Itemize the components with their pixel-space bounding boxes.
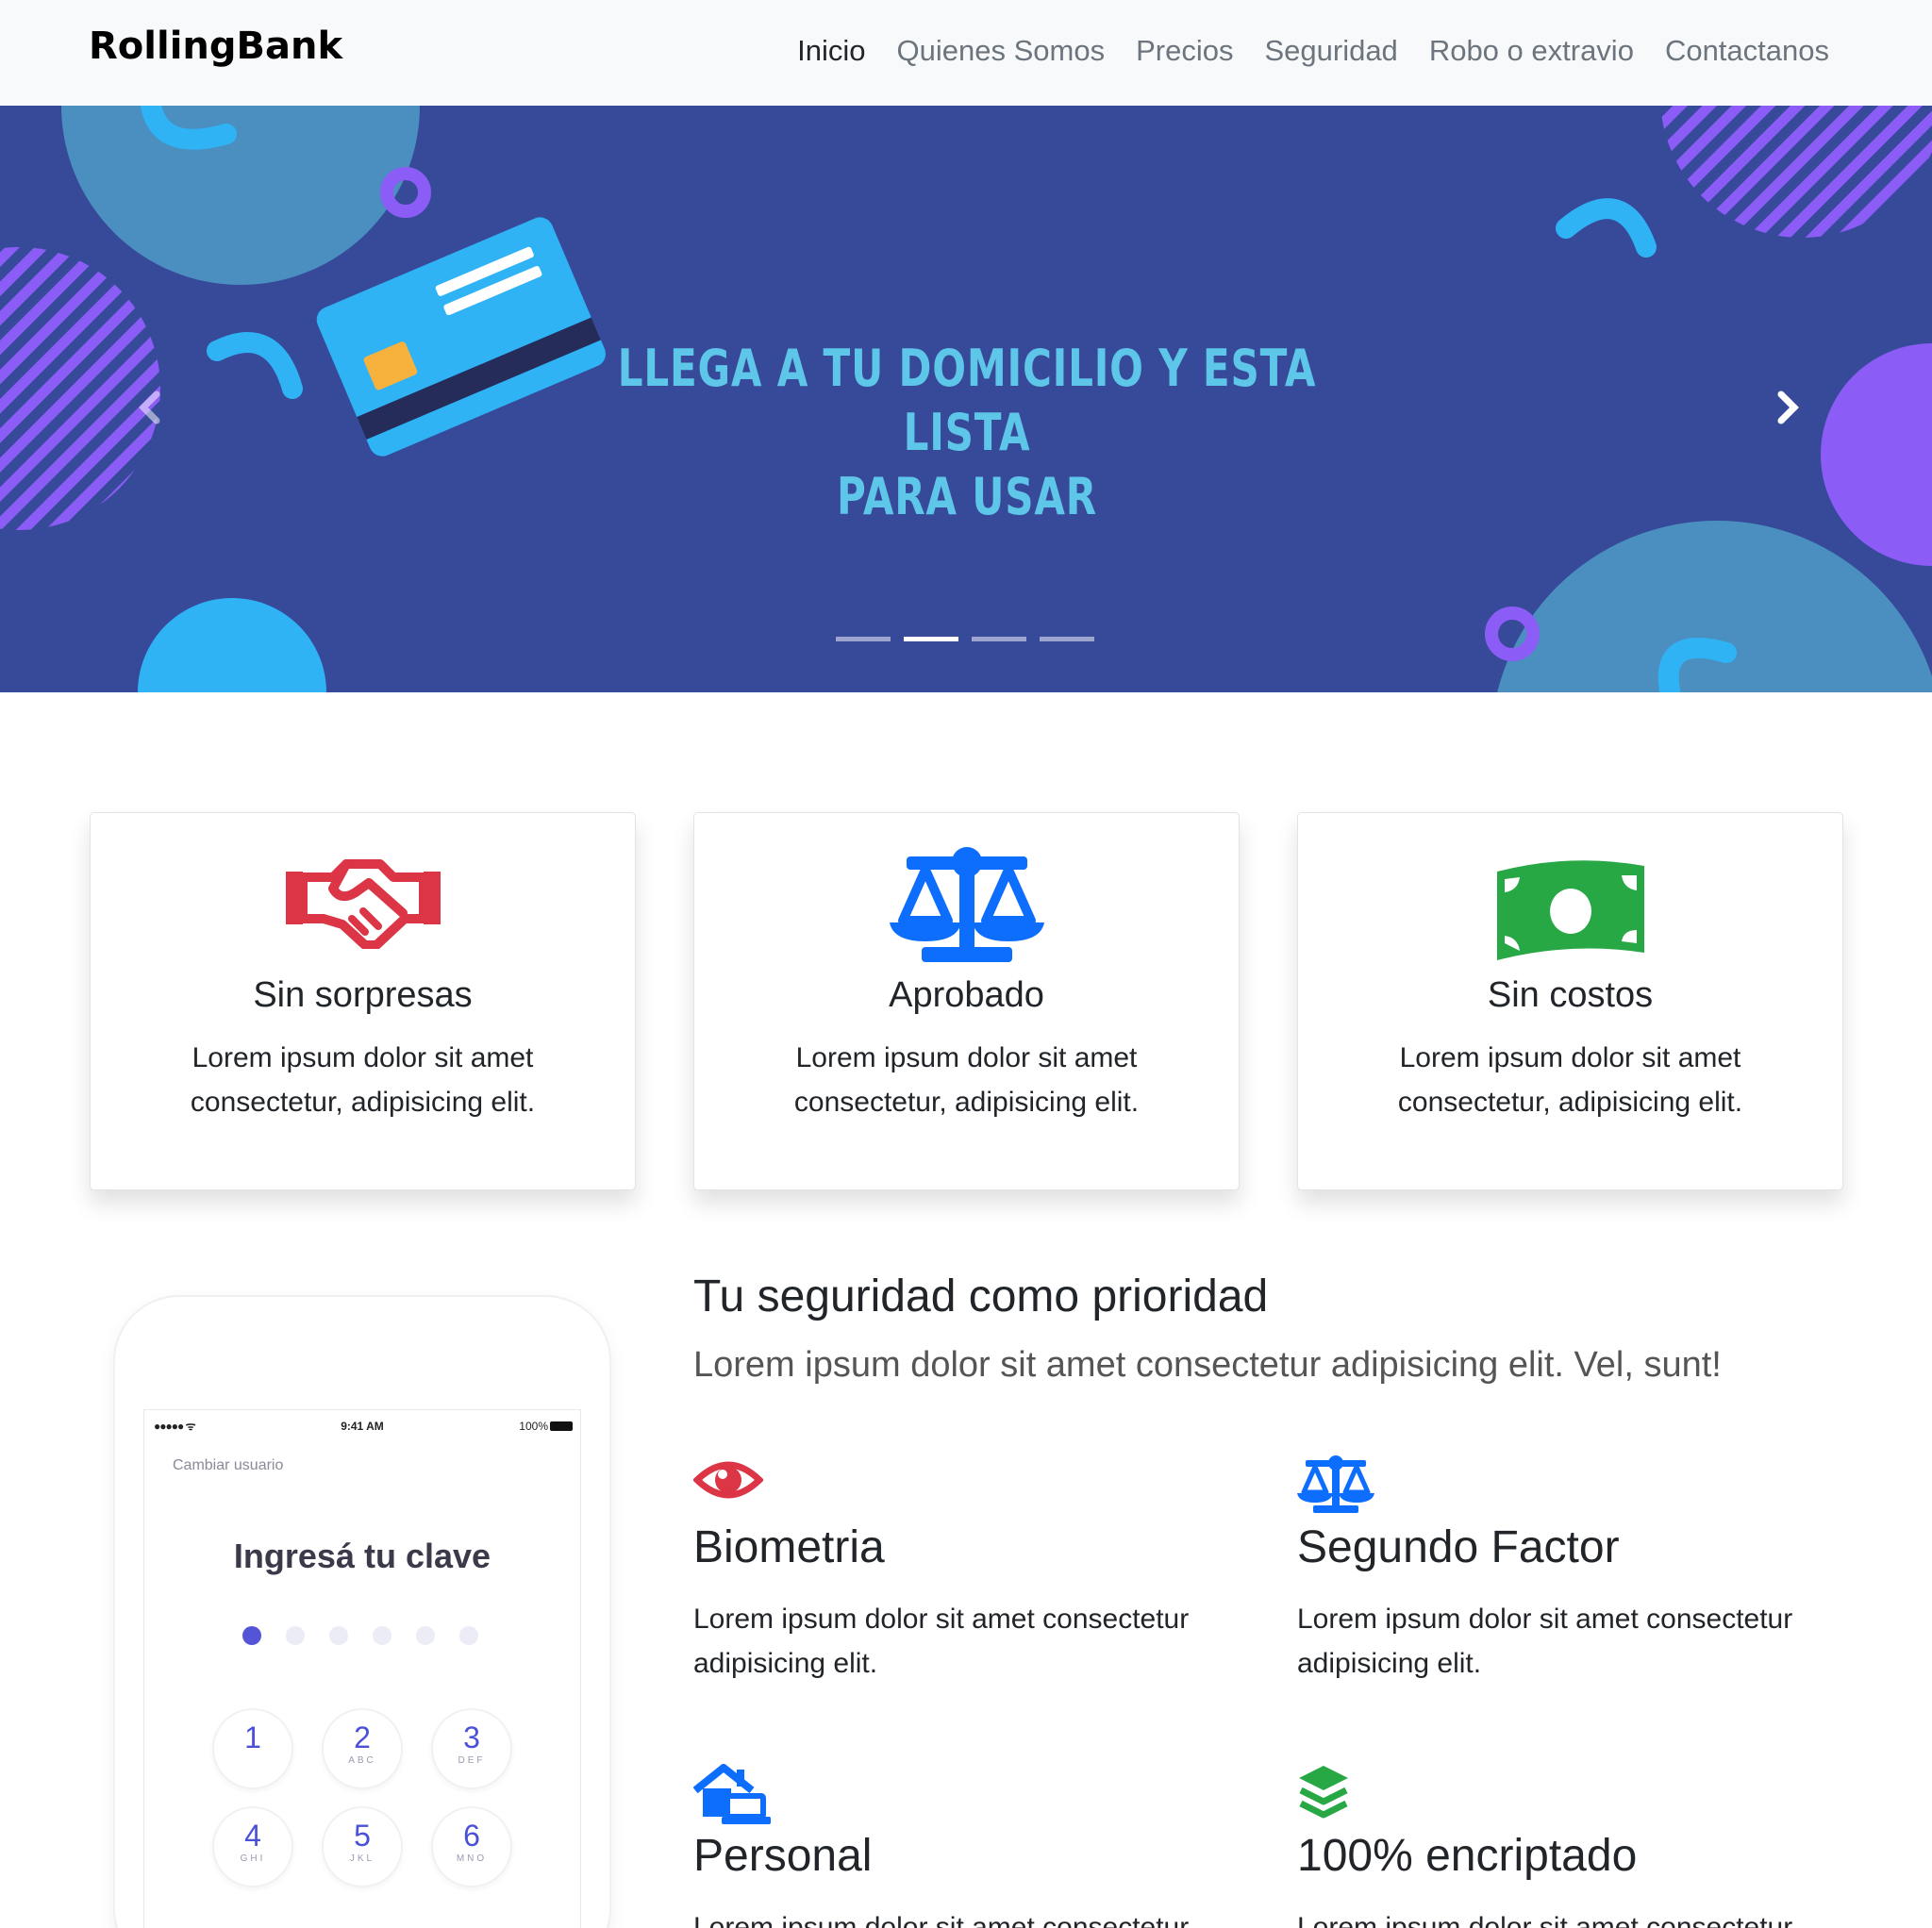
status-time: 9:41 AM	[341, 1420, 384, 1433]
key-number: 3	[463, 1720, 480, 1754]
card-title: Aprobado	[889, 975, 1044, 1015]
phone-screen: ●●●●● ᯤ 9:41 AM 100% Cambiar usuario Ing…	[143, 1409, 581, 1928]
pin-dot	[459, 1626, 478, 1645]
security-section-title: Tu seguridad como prioridad	[693, 1271, 1269, 1321]
keypad-key-3[interactable]: 3 DEF	[431, 1708, 512, 1789]
feature-text: Lorem ipsum dolor sit amet consectetur a…	[693, 1912, 1190, 1928]
card-title: Sin costos	[1487, 975, 1654, 1015]
enter-key-title: Ingresá tu clave	[233, 1537, 491, 1575]
change-user-link[interactable]: Cambiar usuario	[173, 1457, 283, 1474]
key-letters: JKL	[349, 1853, 375, 1864]
headline-line-1: LLEGA A TU DOMICILIO Y ESTA LISTA	[617, 339, 1317, 462]
key-number: 1	[244, 1720, 261, 1754]
key-number: 6	[463, 1819, 480, 1853]
money-bill-icon	[1496, 860, 1644, 960]
carousel-indicator-2[interactable]	[904, 637, 958, 641]
nav-menu: Inicio Quienes Somos Precios Seguridad R…	[797, 34, 1829, 68]
keypad-key-1[interactable]: 1	[212, 1708, 293, 1789]
pin-dot	[373, 1626, 391, 1645]
card-text: Lorem ipsum dolor sit amet consectetur, …	[1397, 1042, 1743, 1118]
feature-title: Personal	[693, 1831, 873, 1881]
nav-link-quienes-somos[interactable]: Quienes Somos	[897, 34, 1106, 68]
feature-title: Biometria	[693, 1522, 885, 1572]
security-section-lead: Lorem ipsum dolor sit amet consectetur a…	[693, 1345, 1722, 1385]
balance-scale-icon	[889, 847, 1044, 962]
balance-scale-icon	[1297, 1455, 1374, 1513]
handshake-icon	[285, 859, 441, 949]
feature-card-sin-costos: Sin costos Lorem ipsum dolor sit amet co…	[1297, 812, 1843, 1190]
hero-carousel: LLEGA A TU DOMICILIO Y ESTA LISTA PARA U…	[0, 106, 1932, 692]
carousel-headline: LLEGA A TU DOMICILIO Y ESTA LISTA PARA U…	[610, 337, 1324, 529]
phone-status-bar: ●●●●● ᯤ 9:41 AM 100%	[144, 1416, 580, 1438]
navbar: RollingBank Inicio Quienes Somos Precios…	[0, 0, 1932, 106]
key-letters: GHI	[240, 1853, 266, 1864]
chevron-right-icon	[1777, 391, 1799, 424]
keypad-key-5[interactable]: 5 JKL	[322, 1806, 403, 1887]
carousel-next-button[interactable]	[1758, 379, 1815, 436]
feature-text: Lorem ipsum dolor sit amet consectetur a…	[693, 1604, 1190, 1679]
key-letters: ABC	[348, 1755, 376, 1766]
headline-line-2: PARA USAR	[837, 467, 1097, 526]
carousel-indicator-4[interactable]	[1040, 637, 1094, 641]
card-title: Sin sorpresas	[253, 975, 473, 1015]
carousel-indicator-3[interactable]	[972, 637, 1026, 641]
card-text: Lorem ipsum dolor sit amet consectetur, …	[190, 1042, 536, 1118]
feature-title: 100% encriptado	[1297, 1831, 1638, 1881]
feature-title: Segundo Factor	[1297, 1522, 1620, 1572]
pin-keypad: 1 2 ABC 3 DEF 4 GHI 5 JKL 6 MNO	[212, 1708, 514, 1887]
carousel-indicators	[836, 637, 1094, 641]
pin-dot	[286, 1626, 305, 1645]
battery-icon	[550, 1421, 573, 1431]
keypad-key-4[interactable]: 4 GHI	[212, 1806, 293, 1887]
nav-link-inicio[interactable]: Inicio	[797, 34, 865, 68]
keypad-key-6[interactable]: 6 MNO	[431, 1806, 512, 1887]
pin-dot	[416, 1626, 435, 1645]
nav-link-seguridad[interactable]: Seguridad	[1264, 34, 1397, 68]
card-text: Lorem ipsum dolor sit amet consectetur, …	[793, 1042, 1140, 1118]
carousel-prev-button[interactable]	[123, 379, 179, 436]
brand-logo[interactable]: RollingBank	[89, 25, 342, 68]
carousel-indicator-1[interactable]	[836, 637, 891, 641]
keypad-key-2[interactable]: 2 ABC	[322, 1708, 403, 1789]
house-laptop-icon	[693, 1764, 771, 1824]
nav-link-precios[interactable]: Precios	[1136, 34, 1233, 68]
status-battery-text: 100%	[519, 1420, 548, 1433]
eye-icon	[693, 1461, 763, 1499]
feature-card-sin-sorpresas: Sin sorpresas Lorem ipsum dolor sit amet…	[90, 812, 636, 1190]
feature-text: Lorem ipsum dolor sit amet consectetur a…	[1297, 1912, 1793, 1928]
pin-dot	[329, 1626, 348, 1645]
pin-dot	[242, 1626, 261, 1645]
key-number: 2	[354, 1720, 371, 1754]
key-letters: DEF	[458, 1755, 486, 1766]
chevron-left-icon	[139, 391, 160, 424]
layer-group-icon	[1299, 1766, 1348, 1819]
nav-link-robo-o-extravio[interactable]: Robo o extravio	[1429, 34, 1634, 68]
key-number: 5	[354, 1819, 371, 1853]
feature-card-aprobado: Aprobado Lorem ipsum dolor sit amet cons…	[693, 812, 1240, 1190]
key-letters: MNO	[456, 1853, 488, 1864]
nav-link-contactanos[interactable]: Contactanos	[1665, 34, 1829, 68]
feature-text: Lorem ipsum dolor sit amet consectetur a…	[1297, 1604, 1793, 1679]
pin-dots	[242, 1626, 478, 1645]
key-number: 4	[244, 1819, 261, 1853]
